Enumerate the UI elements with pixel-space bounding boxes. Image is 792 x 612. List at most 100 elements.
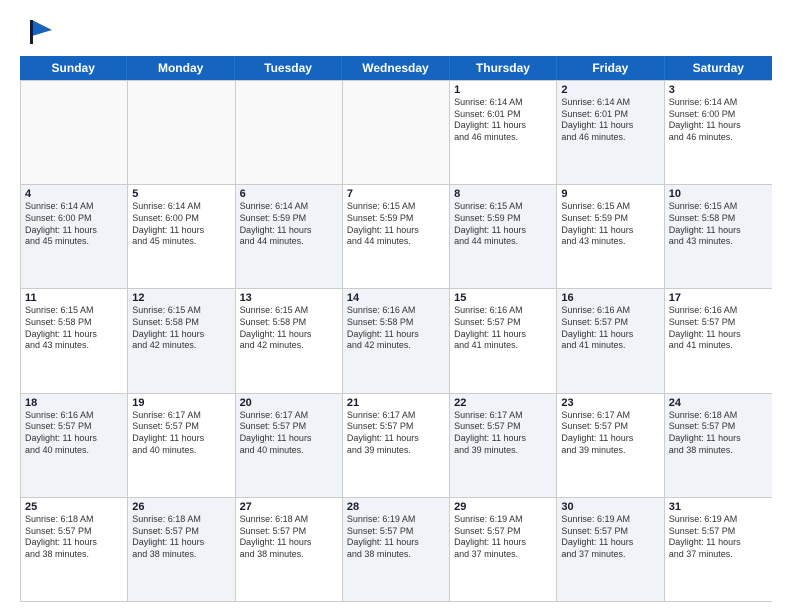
day-cell-1: 1Sunrise: 6:14 AM Sunset: 6:01 PM Daylig… bbox=[450, 81, 557, 184]
day-cell-25: 25Sunrise: 6:18 AM Sunset: 5:57 PM Dayli… bbox=[21, 498, 128, 601]
calendar-row-1: 4Sunrise: 6:14 AM Sunset: 6:00 PM Daylig… bbox=[21, 184, 772, 288]
day-cell-26: 26Sunrise: 6:18 AM Sunset: 5:57 PM Dayli… bbox=[128, 498, 235, 601]
day-number: 17 bbox=[669, 292, 768, 304]
day-info: Sunrise: 6:15 AM Sunset: 5:58 PM Dayligh… bbox=[132, 305, 230, 352]
day-number: 13 bbox=[240, 292, 338, 304]
day-number: 15 bbox=[454, 292, 552, 304]
day-number: 12 bbox=[132, 292, 230, 304]
day-info: Sunrise: 6:16 AM Sunset: 5:57 PM Dayligh… bbox=[25, 410, 123, 457]
day-number: 8 bbox=[454, 188, 552, 200]
logo-icon bbox=[24, 16, 56, 48]
day-number: 1 bbox=[454, 84, 552, 96]
day-info: Sunrise: 6:17 AM Sunset: 5:57 PM Dayligh… bbox=[132, 410, 230, 457]
day-cell-5: 5Sunrise: 6:14 AM Sunset: 6:00 PM Daylig… bbox=[128, 185, 235, 288]
day-number: 27 bbox=[240, 501, 338, 513]
day-number: 11 bbox=[25, 292, 123, 304]
day-number: 9 bbox=[561, 188, 659, 200]
day-number: 31 bbox=[669, 501, 768, 513]
day-info: Sunrise: 6:15 AM Sunset: 5:59 PM Dayligh… bbox=[347, 201, 445, 248]
day-number: 7 bbox=[347, 188, 445, 200]
day-info: Sunrise: 6:19 AM Sunset: 5:57 PM Dayligh… bbox=[347, 514, 445, 561]
day-number: 21 bbox=[347, 397, 445, 409]
header-day-tuesday: Tuesday bbox=[235, 56, 342, 80]
day-info: Sunrise: 6:19 AM Sunset: 5:57 PM Dayligh… bbox=[561, 514, 659, 561]
day-info: Sunrise: 6:15 AM Sunset: 5:59 PM Dayligh… bbox=[454, 201, 552, 248]
day-cell-14: 14Sunrise: 6:16 AM Sunset: 5:58 PM Dayli… bbox=[343, 289, 450, 392]
day-cell-4: 4Sunrise: 6:14 AM Sunset: 6:00 PM Daylig… bbox=[21, 185, 128, 288]
day-cell-2: 2Sunrise: 6:14 AM Sunset: 6:01 PM Daylig… bbox=[557, 81, 664, 184]
day-info: Sunrise: 6:15 AM Sunset: 5:58 PM Dayligh… bbox=[25, 305, 123, 352]
day-info: Sunrise: 6:15 AM Sunset: 5:59 PM Dayligh… bbox=[561, 201, 659, 248]
day-number: 14 bbox=[347, 292, 445, 304]
day-info: Sunrise: 6:18 AM Sunset: 5:57 PM Dayligh… bbox=[669, 410, 768, 457]
day-cell-27: 27Sunrise: 6:18 AM Sunset: 5:57 PM Dayli… bbox=[236, 498, 343, 601]
day-cell-28: 28Sunrise: 6:19 AM Sunset: 5:57 PM Dayli… bbox=[343, 498, 450, 601]
day-info: Sunrise: 6:17 AM Sunset: 5:57 PM Dayligh… bbox=[454, 410, 552, 457]
day-number: 2 bbox=[561, 84, 659, 96]
calendar: SundayMondayTuesdayWednesdayThursdayFrid… bbox=[20, 56, 772, 602]
day-number: 26 bbox=[132, 501, 230, 513]
calendar-row-2: 11Sunrise: 6:15 AM Sunset: 5:58 PM Dayli… bbox=[21, 288, 772, 392]
calendar-row-3: 18Sunrise: 6:16 AM Sunset: 5:57 PM Dayli… bbox=[21, 393, 772, 497]
day-cell-9: 9Sunrise: 6:15 AM Sunset: 5:59 PM Daylig… bbox=[557, 185, 664, 288]
day-info: Sunrise: 6:16 AM Sunset: 5:57 PM Dayligh… bbox=[454, 305, 552, 352]
day-info: Sunrise: 6:18 AM Sunset: 5:57 PM Dayligh… bbox=[25, 514, 123, 561]
day-number: 24 bbox=[669, 397, 768, 409]
day-info: Sunrise: 6:14 AM Sunset: 5:59 PM Dayligh… bbox=[240, 201, 338, 248]
day-cell-11: 11Sunrise: 6:15 AM Sunset: 5:58 PM Dayli… bbox=[21, 289, 128, 392]
header-day-saturday: Saturday bbox=[665, 56, 772, 80]
day-info: Sunrise: 6:16 AM Sunset: 5:57 PM Dayligh… bbox=[669, 305, 768, 352]
day-number: 6 bbox=[240, 188, 338, 200]
calendar-header: SundayMondayTuesdayWednesdayThursdayFrid… bbox=[20, 56, 772, 80]
day-number: 16 bbox=[561, 292, 659, 304]
day-info: Sunrise: 6:14 AM Sunset: 6:00 PM Dayligh… bbox=[669, 97, 768, 144]
day-number: 30 bbox=[561, 501, 659, 513]
day-number: 5 bbox=[132, 188, 230, 200]
day-number: 25 bbox=[25, 501, 123, 513]
day-info: Sunrise: 6:17 AM Sunset: 5:57 PM Dayligh… bbox=[240, 410, 338, 457]
day-cell-24: 24Sunrise: 6:18 AM Sunset: 5:57 PM Dayli… bbox=[665, 394, 772, 497]
day-number: 10 bbox=[669, 188, 768, 200]
calendar-row-4: 25Sunrise: 6:18 AM Sunset: 5:57 PM Dayli… bbox=[21, 497, 772, 601]
day-number: 3 bbox=[669, 84, 768, 96]
day-info: Sunrise: 6:14 AM Sunset: 6:00 PM Dayligh… bbox=[25, 201, 123, 248]
day-cell-22: 22Sunrise: 6:17 AM Sunset: 5:57 PM Dayli… bbox=[450, 394, 557, 497]
calendar-row-0: 1Sunrise: 6:14 AM Sunset: 6:01 PM Daylig… bbox=[21, 80, 772, 184]
day-cell-31: 31Sunrise: 6:19 AM Sunset: 5:57 PM Dayli… bbox=[665, 498, 772, 601]
empty-cell bbox=[343, 81, 450, 184]
day-cell-23: 23Sunrise: 6:17 AM Sunset: 5:57 PM Dayli… bbox=[557, 394, 664, 497]
header-day-thursday: Thursday bbox=[450, 56, 557, 80]
day-number: 28 bbox=[347, 501, 445, 513]
day-cell-21: 21Sunrise: 6:17 AM Sunset: 5:57 PM Dayli… bbox=[343, 394, 450, 497]
day-cell-10: 10Sunrise: 6:15 AM Sunset: 5:58 PM Dayli… bbox=[665, 185, 772, 288]
header bbox=[20, 16, 772, 48]
day-info: Sunrise: 6:19 AM Sunset: 5:57 PM Dayligh… bbox=[669, 514, 768, 561]
empty-cell bbox=[21, 81, 128, 184]
day-number: 22 bbox=[454, 397, 552, 409]
page: SundayMondayTuesdayWednesdayThursdayFrid… bbox=[0, 0, 792, 612]
header-day-monday: Monday bbox=[127, 56, 234, 80]
day-cell-8: 8Sunrise: 6:15 AM Sunset: 5:59 PM Daylig… bbox=[450, 185, 557, 288]
day-cell-12: 12Sunrise: 6:15 AM Sunset: 5:58 PM Dayli… bbox=[128, 289, 235, 392]
day-number: 29 bbox=[454, 501, 552, 513]
day-cell-20: 20Sunrise: 6:17 AM Sunset: 5:57 PM Dayli… bbox=[236, 394, 343, 497]
day-info: Sunrise: 6:16 AM Sunset: 5:58 PM Dayligh… bbox=[347, 305, 445, 352]
day-cell-19: 19Sunrise: 6:17 AM Sunset: 5:57 PM Dayli… bbox=[128, 394, 235, 497]
day-number: 23 bbox=[561, 397, 659, 409]
day-info: Sunrise: 6:16 AM Sunset: 5:57 PM Dayligh… bbox=[561, 305, 659, 352]
day-info: Sunrise: 6:14 AM Sunset: 6:00 PM Dayligh… bbox=[132, 201, 230, 248]
header-day-sunday: Sunday bbox=[20, 56, 127, 80]
header-day-friday: Friday bbox=[557, 56, 664, 80]
day-cell-18: 18Sunrise: 6:16 AM Sunset: 5:57 PM Dayli… bbox=[21, 394, 128, 497]
day-number: 4 bbox=[25, 188, 123, 200]
day-number: 19 bbox=[132, 397, 230, 409]
day-cell-13: 13Sunrise: 6:15 AM Sunset: 5:58 PM Dayli… bbox=[236, 289, 343, 392]
header-day-wednesday: Wednesday bbox=[342, 56, 449, 80]
day-cell-3: 3Sunrise: 6:14 AM Sunset: 6:00 PM Daylig… bbox=[665, 81, 772, 184]
day-number: 18 bbox=[25, 397, 123, 409]
day-info: Sunrise: 6:14 AM Sunset: 6:01 PM Dayligh… bbox=[561, 97, 659, 144]
day-cell-7: 7Sunrise: 6:15 AM Sunset: 5:59 PM Daylig… bbox=[343, 185, 450, 288]
day-cell-17: 17Sunrise: 6:16 AM Sunset: 5:57 PM Dayli… bbox=[665, 289, 772, 392]
empty-cell bbox=[236, 81, 343, 184]
day-info: Sunrise: 6:14 AM Sunset: 6:01 PM Dayligh… bbox=[454, 97, 552, 144]
